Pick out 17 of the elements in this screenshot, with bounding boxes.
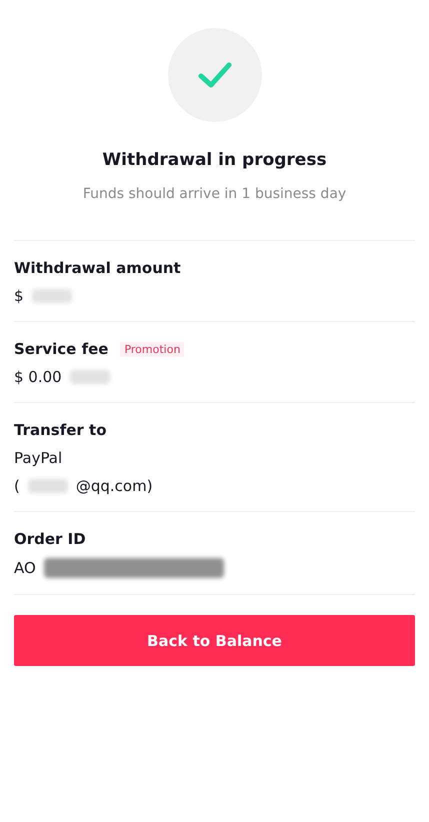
detail-value: @qq.com) — [76, 477, 153, 495]
promotion-tag: Promotion — [120, 342, 184, 356]
detail-label: Withdrawal amount — [14, 259, 181, 277]
detail-value: AO — [14, 559, 36, 577]
status-subtitle: Funds should arrive in 1 business day — [82, 186, 346, 202]
redaction-mark — [32, 289, 72, 303]
status-title: Withdrawal in progress — [102, 150, 327, 170]
detail-label: Service fee — [14, 340, 108, 358]
redaction-mark — [28, 479, 68, 493]
detail-value: ( — [14, 477, 20, 495]
detail-label: Transfer to — [14, 421, 107, 439]
detail-label: Order ID — [14, 530, 86, 548]
back-to-balance-button[interactable]: Back to Balance — [14, 615, 415, 666]
detail-value: $ 0.00 — [14, 368, 62, 386]
detail-value: $ — [14, 287, 24, 305]
redaction-mark — [70, 370, 110, 384]
detail-value: PayPal — [14, 449, 62, 467]
